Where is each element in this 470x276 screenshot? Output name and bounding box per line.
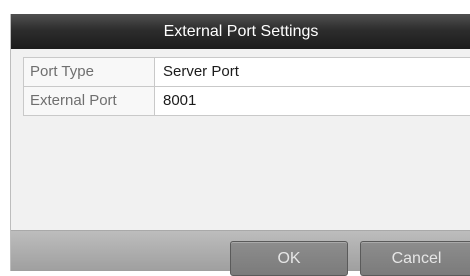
port-type-field[interactable]: Server Port [155, 58, 470, 86]
external-port-row: External Port 8001 [24, 87, 470, 116]
dialog-title: External Port Settings [11, 14, 470, 49]
port-type-row: Port Type Server Port [24, 58, 470, 87]
port-type-label: Port Type [24, 58, 155, 86]
external-port-field[interactable]: 8001 [155, 87, 470, 115]
external-port-settings-dialog: External Port Settings Port Type Server … [10, 14, 470, 276]
settings-form: Port Type Server Port External Port 8001 [23, 57, 470, 116]
dialog-footer: OK Cancel [11, 230, 470, 276]
external-port-label: External Port [24, 87, 155, 115]
